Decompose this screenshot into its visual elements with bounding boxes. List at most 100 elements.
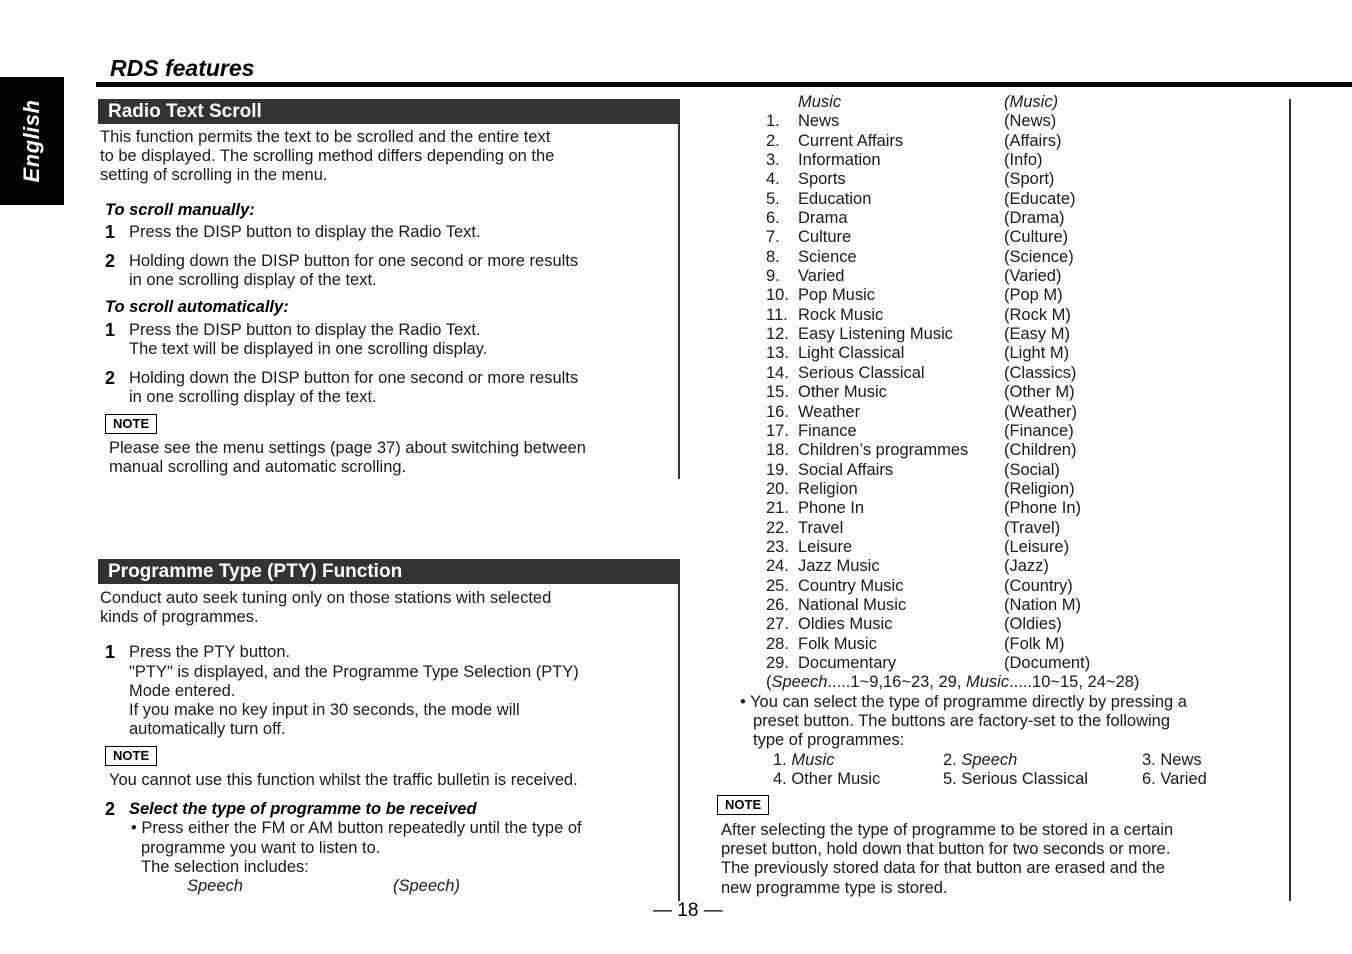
auto-step-2-text-line-2: in one scrolling display of the text.	[129, 388, 377, 406]
auto-step-1-text-line-1: Press the DISP button to display the Rad…	[129, 321, 481, 339]
programme-abbreviation: (Oldies)	[1004, 615, 1062, 634]
programme-name: Phone In	[798, 499, 865, 518]
language-tab: English	[0, 77, 64, 205]
manual-step-2-text-line-1: Holding down the DISP button for one sec…	[129, 252, 579, 270]
pty-note-1-text: You cannot use this function whilst the …	[109, 771, 578, 789]
radio-text-intro-line-2: to be displayed. The scrolling method di…	[100, 147, 555, 165]
title-rule	[96, 82, 1352, 87]
pty-step-2-bullet-line-1: • Press either the FM or AM button repea…	[131, 819, 582, 837]
preset-item: 2. Speech	[943, 751, 1017, 770]
programme-name: Pop Music	[798, 286, 876, 305]
preset-name: Other Music	[791, 770, 881, 788]
programme-name: Light Classical	[798, 344, 905, 363]
programme-number: 18.	[766, 441, 789, 460]
programme-number: 4.	[766, 170, 780, 189]
pty-step-2-bullet-line-2: programme you want to listen to.	[141, 839, 381, 857]
programme-number: 9.	[766, 267, 780, 286]
programme-number: 3.	[766, 151, 780, 170]
programme-number: 21.	[766, 499, 789, 518]
column-rule	[678, 99, 680, 479]
preset-item: 5. Serious Classical	[943, 770, 1088, 789]
radio-text-intro-line-3: setting of scrolling in the menu.	[100, 166, 328, 184]
programme-number: 14.	[766, 363, 789, 382]
grouping-music-label: Music	[966, 673, 1010, 691]
programme-abbreviation: (Phone In)	[1004, 499, 1082, 518]
programme-number: 20.	[766, 479, 789, 498]
programme-name: Religion	[798, 479, 858, 498]
pty-note-2-line-3: The previously stored data for that butt…	[721, 859, 1165, 877]
programme-abbreviation: (Science)	[1004, 247, 1074, 266]
preset-number: 2.	[943, 751, 957, 769]
programme-name: Rock Music	[798, 305, 884, 324]
programme-grouping: (Speech.....1~9,16~23, 29, Music.....10~…	[766, 673, 1140, 691]
programme-number: 6.	[766, 209, 780, 228]
pty-step-1-line-1: Press the PTY button.	[129, 643, 291, 661]
programme-number: 16.	[766, 402, 789, 421]
programme-abbreviation: (Travel)	[1004, 518, 1061, 537]
auto-step-2-text-line-1: Holding down the DISP button for one sec…	[129, 369, 579, 387]
pty-step-2-title: Select the type of programme to be recei…	[129, 800, 477, 818]
programme-name: Information	[798, 151, 881, 170]
programme-abbreviation: (Info)	[1004, 151, 1043, 170]
page-title: RDS features	[110, 55, 255, 81]
programme-abbreviation: (Country)	[1004, 576, 1073, 595]
programme-name: Folk Music	[798, 634, 877, 653]
pty-note-2-line-2: preset button, hold down that button for…	[721, 840, 1171, 858]
programme-name: Oldies Music	[798, 615, 893, 634]
note-badge: NOTE	[105, 414, 158, 434]
programme-number: 5.	[766, 189, 780, 208]
programme-name: Travel	[798, 518, 844, 537]
programme-abbreviation: (Finance)	[1004, 421, 1074, 440]
programme-abbreviation: (Culture)	[1004, 228, 1069, 247]
auto-step-2-number: 2	[105, 368, 116, 388]
grouping-speech-range: .....1~9,16~23, 29,	[827, 673, 966, 691]
programme-abbreviation: (Easy M)	[1004, 325, 1070, 344]
auto-step-1-text-line-2: The text will be displayed in one scroll…	[129, 340, 488, 358]
preset-bullet-line-3: type of programmes:	[753, 731, 905, 749]
programme-name: Culture	[798, 228, 852, 247]
programme-name: Jazz Music	[798, 557, 880, 576]
programme-abbreviation: (News)	[1004, 112, 1057, 131]
preset-bullet-line-1: • You can select the type of programme d…	[740, 693, 1187, 711]
pty-step-1-line-5: automatically turn off.	[129, 720, 286, 738]
programme-name: Other Music	[798, 383, 887, 402]
programme-number: 27.	[766, 615, 789, 634]
pty-step-1-line-4: If you make no key input in 30 seconds, …	[129, 701, 520, 719]
programme-abbreviation: (Weather)	[1004, 402, 1078, 421]
programme-number: 29.	[766, 653, 789, 672]
programme-number: 15.	[766, 383, 789, 402]
programme-abbreviation: (Drama)	[1004, 209, 1065, 228]
programme-number: 1.	[766, 112, 780, 131]
programme-number: 28.	[766, 634, 789, 653]
programme-abbreviation: (Children)	[1004, 441, 1077, 460]
note-badge: NOTE	[717, 795, 770, 815]
programme-abbreviation: (Educate)	[1004, 189, 1076, 208]
radio-text-intro-line-1: This function permits the text to be scr…	[100, 128, 551, 146]
pty-step-2-number: 2	[105, 799, 116, 819]
preset-number: 5.	[943, 770, 957, 788]
manual-step-1-number: 1	[105, 222, 116, 242]
programme-abbreviation: (Music)	[1004, 93, 1059, 111]
programme-abbreviation: (Pop M)	[1004, 286, 1063, 305]
programme-abbreviation: (Social)	[1004, 460, 1060, 479]
pty-intro-line-1: Conduct auto seek tuning only on those s…	[100, 589, 552, 607]
programme-number: 23.	[766, 537, 789, 556]
programme-number: 24.	[766, 557, 789, 576]
section-header-pty-function: Programme Type (PTY) Function	[98, 559, 680, 584]
programme-name: Science	[798, 247, 857, 266]
manual-step-2-text-line-2: in one scrolling display of the text.	[129, 271, 377, 289]
programme-name: Current Affairs	[798, 131, 904, 150]
programme-name: Drama	[798, 209, 848, 228]
note-badge: NOTE	[105, 746, 158, 766]
programme-name: Documentary	[798, 653, 897, 672]
programme-speech-abbr: (Speech)	[393, 877, 460, 895]
auto-scroll-heading: To scroll automatically:	[105, 298, 289, 316]
section-header-radio-text-scroll: Radio Text Scroll	[98, 99, 680, 124]
pty-intro-line-2: kinds of programmes.	[100, 608, 259, 626]
programme-speech-name: Speech	[187, 877, 243, 895]
auto-step-1-number: 1	[105, 320, 116, 340]
programme-abbreviation: (Light M)	[1004, 344, 1070, 363]
programme-abbreviation: (Affairs)	[1004, 131, 1062, 150]
preset-name: Speech	[961, 751, 1018, 769]
programme-number: 25.	[766, 576, 789, 595]
